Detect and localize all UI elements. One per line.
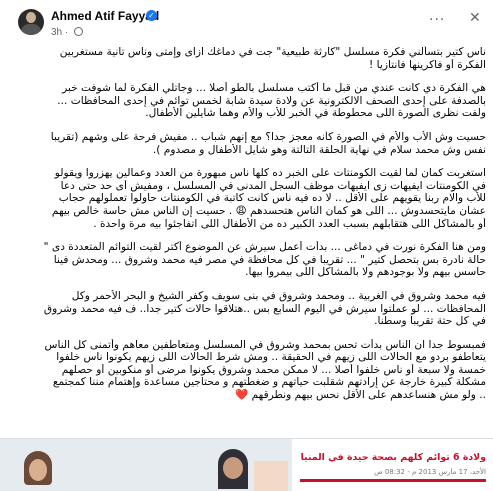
- close-icon[interactable]: ✕: [469, 10, 481, 26]
- preview-image: [0, 439, 292, 491]
- post-line: أو بالمشاكل اللى هتقابلهم بسبب العدد الك…: [93, 217, 486, 230]
- avatar-head: [26, 12, 36, 23]
- post-line: ولفت نظرى الصورة اللى محطوطة في الخبر لل…: [145, 107, 486, 120]
- post-line: فمبسوط جداً ان الناس بدأت تحس بمحمد وشرو…: [44, 338, 486, 351]
- post-line: نفس وش محمد سلام في نهاية الحلقة التالتة…: [152, 143, 486, 156]
- post-line: الفكرة أو فاكرينها فانتازيا !: [369, 58, 486, 71]
- post-paragraph: فيه محمد وشروق في الغربية .. ومحمد وشروق…: [8, 290, 486, 328]
- post-paragraph: حسيت وش الأب والأم في الصورة كأنه معجز ج…: [8, 131, 486, 156]
- post-line: يتعاطفو بردو مع الحالات اللى زيهم في الح…: [56, 351, 486, 364]
- post-line: في كل حتة تقريباً وسطنا.: [374, 315, 486, 328]
- post-line: استغربت كمان لما لقيت الكومنتات على الخب…: [54, 167, 486, 180]
- link-preview[interactable]: ولادة 6 توائم كلهم بصحة جيدة في المنيا ا…: [0, 439, 493, 491]
- post-time[interactable]: 3h: [51, 27, 62, 38]
- post-line: ناس كتير بتسألني فكرة مسلسل "كارثة طبيعي…: [59, 46, 486, 58]
- preview-person-right-face: [223, 457, 243, 479]
- post-paragraph: هي الفكرة دي كانت عندي من قبل ما أكتب مس…: [8, 82, 486, 120]
- preview-red-rule: [300, 479, 486, 482]
- post-line: للأب والام ربنا يقويهم على الأقل .. لا د…: [58, 192, 486, 205]
- post-line: بالصدفة على إحدى الصحف الالكترونية عن ول…: [57, 94, 486, 107]
- preview-baby: [254, 461, 288, 491]
- post-paragraph: ناس كتير بتسألني فكرة مسلسل "كارثة طبيعي…: [8, 46, 486, 71]
- meta-separator: ·: [64, 27, 72, 38]
- globe-icon: [74, 27, 84, 36]
- author-avatar[interactable]: [18, 9, 44, 35]
- post-line: حالة نادرة بس بتحصل كتير " ... تقريبا في…: [53, 253, 486, 266]
- more-options-icon[interactable]: ···: [429, 12, 445, 28]
- author-name[interactable]: Ahmed Atif Fayyad: [51, 9, 159, 23]
- post-line: خمسة ولا سبعة أو ناس خلفوا أصلا ... لا م…: [61, 363, 486, 376]
- post-line: المحافظات ... لو عملتوا سيرش في اليوم ال…: [43, 302, 486, 315]
- preview-person-left-face: [29, 459, 47, 481]
- post-line: حاسس بيهم ولا بوجودهم ولا بالمشاكل اللى …: [245, 266, 486, 279]
- post-line: فيه محمد وشروق في الغربية .. ومحمد وشروق…: [71, 289, 486, 302]
- avatar-body: [21, 24, 41, 35]
- post-paragraph: فمبسوط جداً ان الناس بدأت تحس بمحمد وشرو…: [8, 339, 486, 402]
- post-line: هي الفكرة دي كانت عندي من قبل ما أكتب مس…: [62, 82, 486, 95]
- facebook-post: Ahmed Atif Fayyad ✓ 3h · ··· ✕ ناس كتير …: [0, 0, 493, 491]
- preview-headline[interactable]: ولادة 6 توائم كلهم بصحة جيدة في المنيا: [300, 452, 486, 463]
- post-line: في الكومنتات ايفيهات زى ايفيهات موظف الس…: [60, 179, 486, 192]
- post-line: حسيت وش الأب والأم في الصورة كأنه معجز ج…: [50, 130, 486, 143]
- post-header: Ahmed Atif Fayyad ✓ 3h · ··· ✕: [0, 0, 493, 46]
- post-line: .. ولو مش هنساعدهم على الأقل نحس بيهم ون…: [235, 389, 486, 402]
- post-text: ناس كتير بتسألني فكرة مسلسل "كارثة طبيعي…: [8, 46, 486, 402]
- post-line: ومن هنا الفكرة نورت في دماغى ... بدأت أع…: [43, 241, 486, 254]
- post-line: عشان مايتحسدوش ... اللى هو كمان الناس هت…: [51, 204, 486, 217]
- post-paragraph: ومن هنا الفكرة نورت في دماغى ... بدأت أع…: [8, 241, 486, 279]
- post-meta: 3h ·: [51, 27, 84, 38]
- post-paragraph: استغربت كمان لما لقيت الكومنتات على الخب…: [8, 167, 486, 230]
- verified-badge-icon: ✓: [146, 10, 157, 21]
- preview-date: الأحد، 17 مارس 2013 م - 08:32 ص: [374, 468, 486, 476]
- post-line: مشكلة كبيرة خارجة عن إرادتهم شقلبت حياته…: [52, 376, 486, 389]
